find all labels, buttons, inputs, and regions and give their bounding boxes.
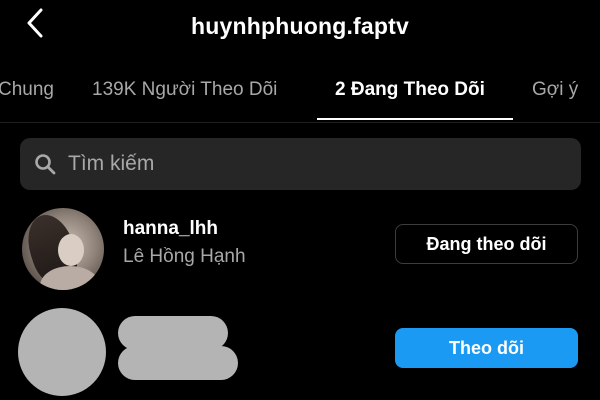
tab-following[interactable]: 2 Đang Theo Dõi — [335, 68, 485, 112]
obscured-username — [118, 316, 228, 350]
obscured-full-name — [118, 346, 238, 380]
avatar[interactable] — [22, 208, 104, 290]
screen: huynhphuong.faptv Chung 139K Người Theo … — [0, 0, 600, 400]
username[interactable]: hanna_lhh — [123, 218, 218, 240]
header: huynhphuong.faptv — [0, 0, 600, 56]
page-title: huynhphuong.faptv — [190, 13, 410, 39]
divider — [0, 122, 600, 123]
tab-followers[interactable]: 139K Người Theo Dõi — [92, 68, 277, 112]
tab-general[interactable]: Chung — [0, 68, 54, 112]
avatar-obscured[interactable] — [18, 308, 106, 396]
search-icon — [34, 153, 56, 175]
tab-suggested[interactable]: Gợi ý — [532, 68, 578, 112]
follow-button[interactable]: Theo dõi — [395, 328, 578, 368]
search-placeholder: Tìm kiếm — [68, 152, 155, 175]
full-name: Lê Hồng Hạnh — [123, 246, 246, 267]
search-input[interactable]: Tìm kiếm — [20, 138, 581, 190]
following-button[interactable]: Đang theo dõi — [395, 224, 578, 264]
tab-bar: Chung 139K Người Theo Dõi 2 Đang Theo Dõ… — [0, 68, 600, 122]
active-tab-indicator — [317, 118, 513, 120]
